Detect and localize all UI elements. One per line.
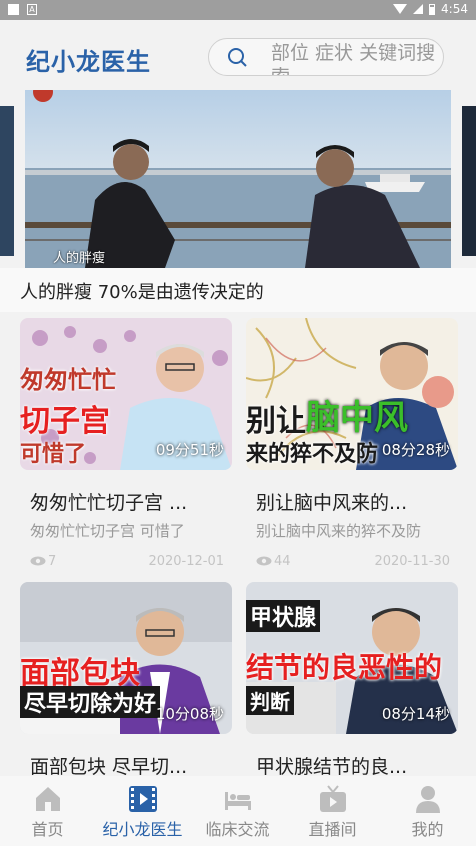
notification-app-icon: A — [27, 4, 37, 15]
notification-square-icon — [8, 4, 19, 15]
overlay-line-1: 别让 — [246, 404, 306, 439]
overlay-line-2: 切子宫 — [20, 404, 110, 439]
video-icon — [129, 786, 157, 812]
wifi-icon — [393, 4, 408, 14]
overlay-line-2: 尽早切除为好 — [20, 686, 161, 718]
banner-image[interactable]: 人的胖瘦 — [25, 90, 451, 268]
banner-carousel[interactable]: 人的胖瘦 — [0, 90, 476, 268]
video-thumbnail[interactable]: 甲状腺 结节的良恶性的 判断 08分14秒 — [246, 582, 458, 734]
battery-icon — [429, 3, 436, 15]
banner-title-bar[interactable]: 人的胖瘦 70%是由遗传决定的 — [0, 268, 476, 312]
video-date: 2020-12-01 — [148, 554, 224, 569]
video-thumbnail[interactable]: 匆匆忙忙 切子宫 可惜了 09分51秒 — [20, 318, 232, 470]
tv-icon — [320, 785, 346, 812]
page-title: 纪小龙医生 — [26, 48, 151, 76]
video-subtitle: 匆匆忙忙切子宫 可惜了 — [30, 522, 185, 540]
video-title: 别让脑中风来的... — [256, 492, 408, 514]
tab-home[interactable]: 首页 — [0, 776, 95, 846]
video-subtitle: 别让脑中风来的猝不及防 — [256, 522, 422, 540]
signal-icon — [413, 4, 424, 14]
carousel-next-slide[interactable] — [462, 106, 476, 256]
tab-live[interactable]: 直播间 — [285, 776, 380, 846]
carousel-prev-slide[interactable] — [0, 106, 14, 256]
eye-icon — [256, 556, 272, 566]
video-card[interactable]: 甲状腺 结节的良恶性的 判断 08分14秒 甲状腺结节的良... — [246, 582, 458, 782]
overlay-line-1: 匆匆忙忙 — [20, 366, 116, 394]
video-date: 2020-11-30 — [374, 554, 450, 569]
search-placeholder: 部位 症状 关键词搜索 — [271, 42, 436, 75]
video-title: 面部包块 尽早切... — [30, 756, 188, 778]
video-duration: 10分08秒 — [155, 705, 224, 723]
status-bar: A 4:54 — [0, 0, 476, 20]
header: 纪小龙医生 部位 症状 关键词搜索 — [0, 20, 476, 92]
banner-title: 人的胖瘦 70%是由遗传决定的 — [20, 282, 264, 303]
search-bar[interactable]: 部位 症状 关键词搜索 — [208, 38, 444, 76]
video-duration: 09分51秒 — [155, 441, 224, 459]
bed-icon — [225, 792, 251, 810]
overlay-line-2: 脑中风 — [306, 398, 408, 438]
overlay-line-3: 判断 — [246, 686, 294, 715]
tab-label: 纪小龙医生 — [102, 820, 183, 839]
banner-photo — [25, 90, 451, 268]
tab-label: 首页 — [31, 820, 64, 839]
overlay-line-1: 甲状腺 — [246, 600, 321, 632]
home-icon — [36, 787, 60, 811]
eye-icon — [30, 556, 46, 566]
view-count: 7 — [48, 554, 57, 569]
video-duration: 08分14秒 — [381, 705, 450, 723]
video-card[interactable]: 面部包块 尽早切除为好 10分08秒 面部包块 尽早切... — [20, 582, 232, 782]
video-thumbnail[interactable]: 别让 脑中风 来的猝不及防 08分28秒 — [246, 318, 458, 470]
tab-label: 我的 — [411, 820, 444, 839]
search-icon — [228, 48, 247, 67]
video-card[interactable]: 别让 脑中风 来的猝不及防 08分28秒 别让脑中风来的... 别让脑中风来的猝… — [246, 318, 458, 580]
tab-clinical[interactable]: 临床交流 — [190, 776, 285, 846]
video-title: 匆匆忙忙切子宫 ... — [30, 492, 188, 514]
video-title: 甲状腺结节的良... — [256, 756, 408, 778]
overlay-line-3: 可惜了 — [20, 442, 87, 467]
view-count: 44 — [274, 554, 291, 569]
video-card[interactable]: 匆匆忙忙 切子宫 可惜了 09分51秒 匆匆忙忙切子宫 ... 匆匆忙忙切子宫 … — [20, 318, 232, 580]
bottom-tab-bar: 首页 纪小龙医生 临床交流 直播间 我的 — [0, 776, 476, 846]
banner-caption: 人的胖瘦 — [53, 251, 106, 266]
status-time: 4:54 — [441, 2, 468, 16]
tab-profile[interactable]: 我的 — [380, 776, 475, 846]
overlay-line-2: 结节的良恶性的 — [246, 651, 443, 684]
tab-label: 直播间 — [308, 820, 357, 839]
tab-label: 临床交流 — [205, 820, 270, 839]
person-icon — [416, 786, 440, 813]
video-thumbnail[interactable]: 面部包块 尽早切除为好 10分08秒 — [20, 582, 232, 734]
overlay-line-3: 来的猝不及防 — [246, 442, 379, 467]
video-duration: 08分28秒 — [381, 441, 450, 459]
tab-doctor[interactable]: 纪小龙医生 — [95, 776, 190, 846]
